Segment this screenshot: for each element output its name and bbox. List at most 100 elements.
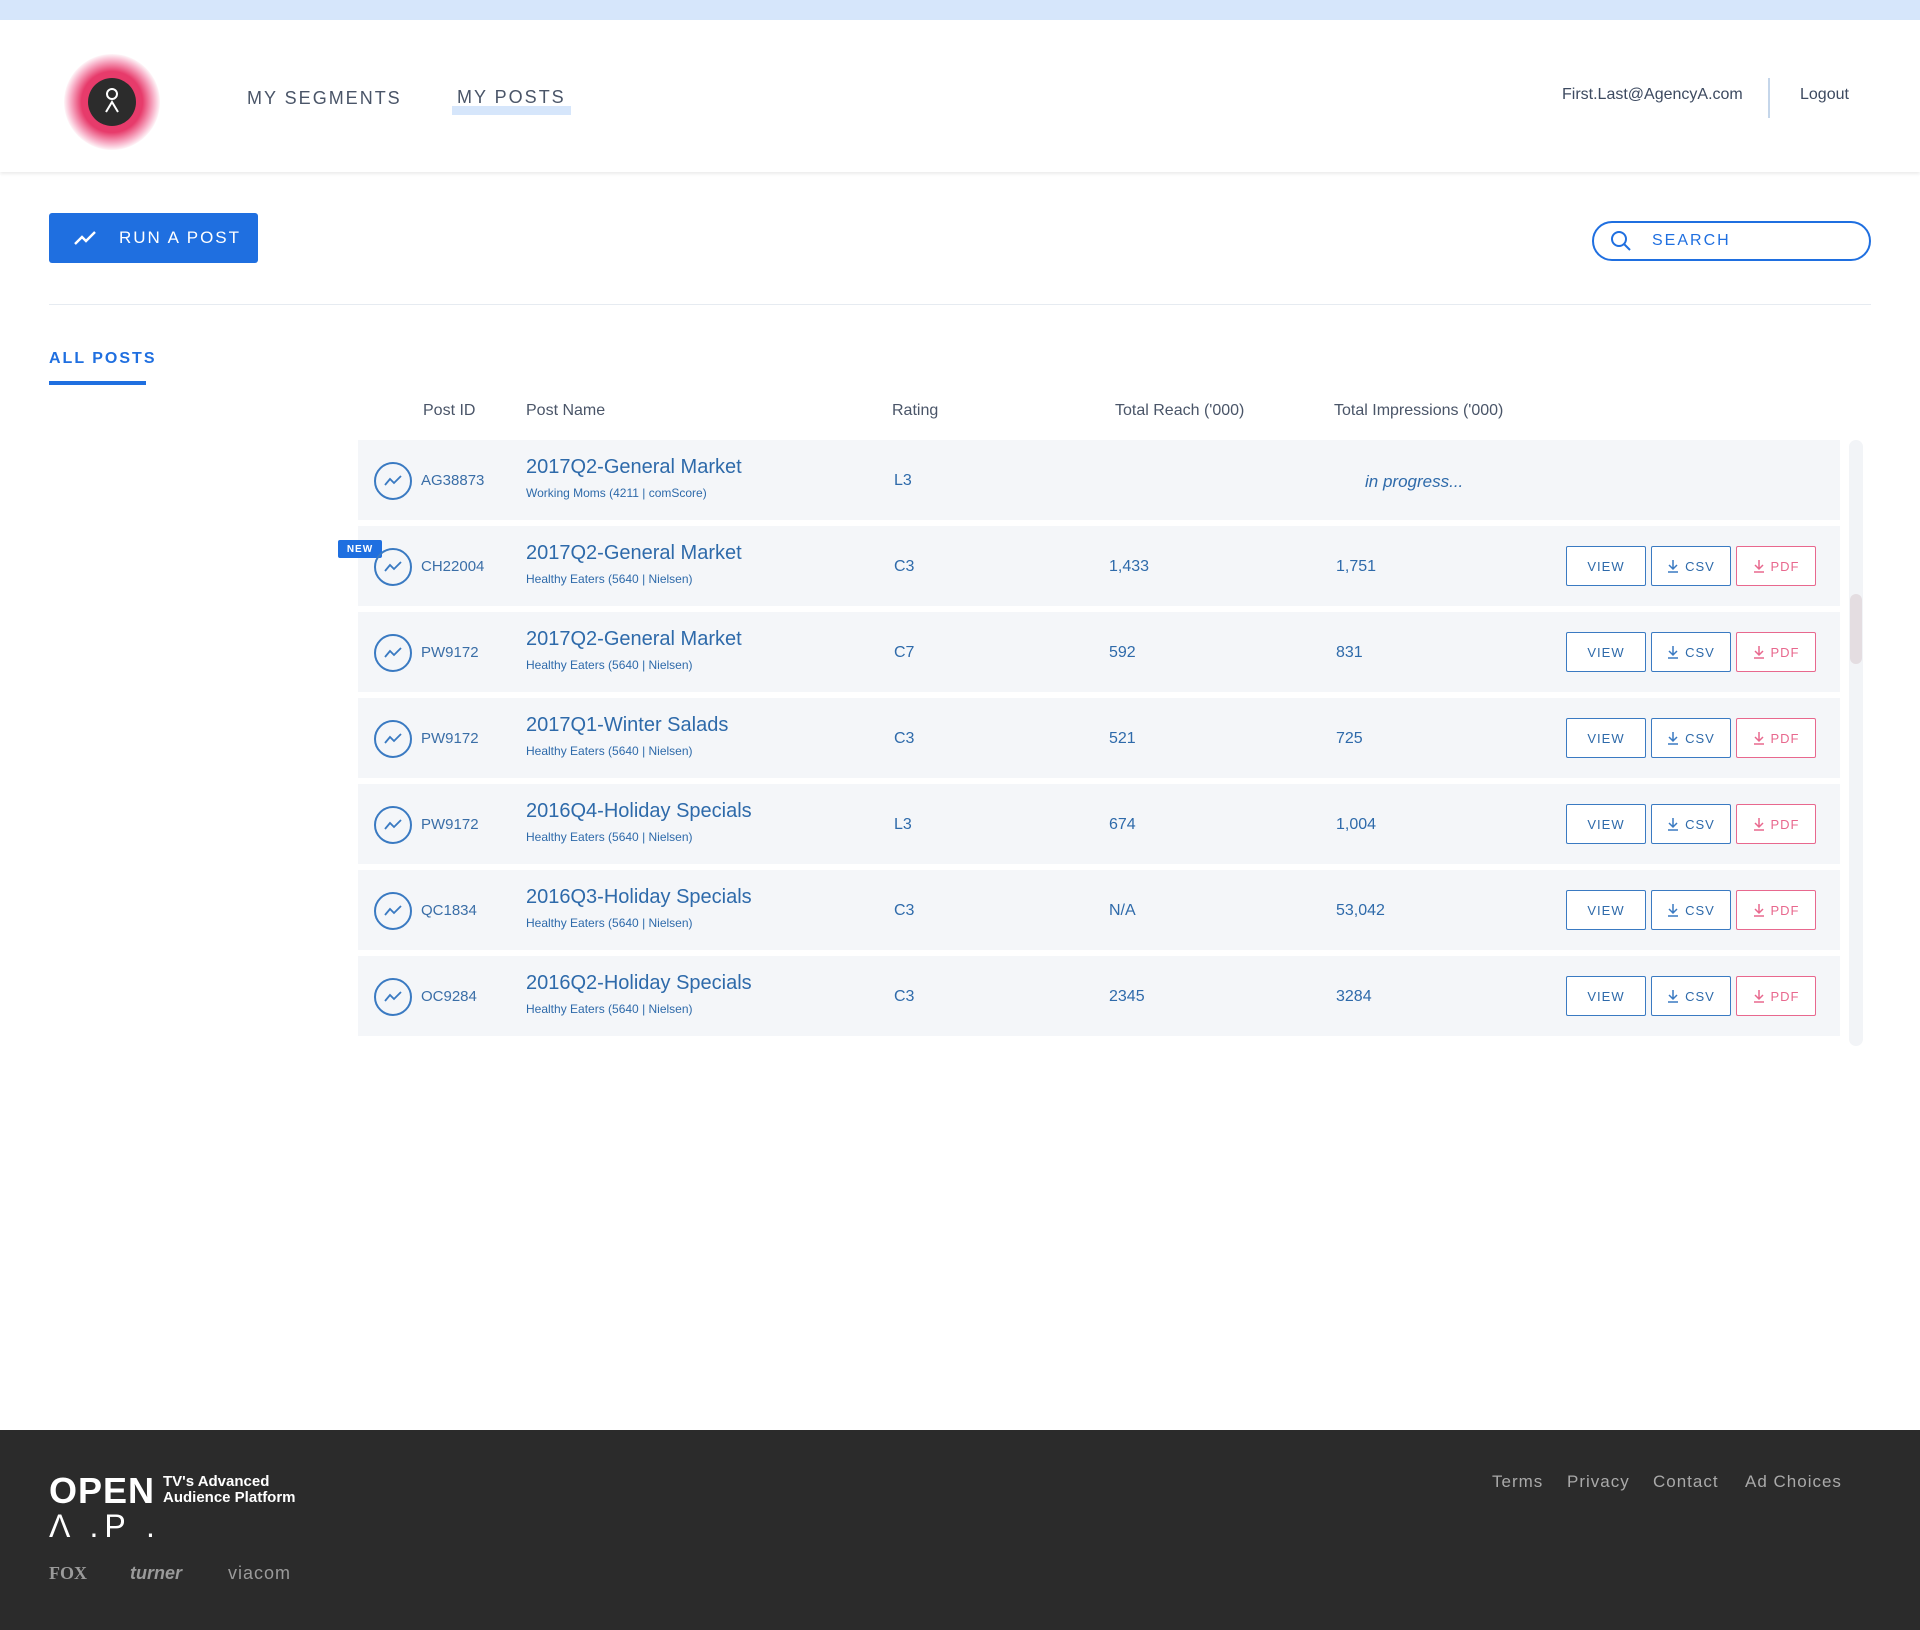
new-badge: NEW	[338, 540, 382, 558]
view-label: VIEW	[1587, 644, 1625, 660]
csv-download-button[interactable]: CSV	[1651, 718, 1731, 758]
view-label: VIEW	[1587, 902, 1625, 918]
download-icon	[1667, 989, 1685, 1003]
footer	[0, 1430, 1920, 1630]
post-rating: L3	[894, 816, 912, 833]
tab-all-posts[interactable]: ALL POSTS	[49, 350, 157, 368]
scrollbar-track[interactable]	[1849, 440, 1863, 1046]
search-icon	[1611, 231, 1631, 251]
table-row[interactable]: OC9284 2016Q2-Holiday Specials Healthy Eat…	[358, 956, 1840, 1036]
column-header-post-name[interactable]: Post Name	[526, 402, 605, 420]
post-name[interactable]: 2017Q1-Winter Salads	[526, 714, 728, 737]
post-total-reach: 674	[1109, 816, 1136, 833]
view-button[interactable]: VIEW	[1566, 632, 1646, 672]
column-header-rating[interactable]: Rating	[892, 402, 938, 420]
view-button[interactable]: VIEW	[1566, 976, 1646, 1016]
trend-icon	[74, 231, 96, 245]
section-divider	[49, 304, 1871, 305]
table-row[interactable]: QC1834 2016Q3-Holiday Specials Healthy Eat…	[358, 870, 1840, 950]
pdf-label: PDF	[1770, 816, 1800, 832]
table-row[interactable]: PW9172 2017Q2-General Market Healthy Eater…	[358, 612, 1840, 692]
table-row[interactable]: PW9172 2017Q1-Winter Salads Healthy Eaters…	[358, 698, 1840, 778]
pdf-download-button[interactable]: PDF	[1736, 890, 1816, 930]
table-row[interactable]: PW9172 2016Q4-Holiday Specials Healthy Eat…	[358, 784, 1840, 864]
csv-download-button[interactable]: CSV	[1651, 976, 1731, 1016]
post-segment: Healthy Eaters (5640 | Nielsen)	[526, 830, 693, 844]
pdf-label: PDF	[1770, 558, 1800, 574]
csv-download-button[interactable]: CSV	[1651, 804, 1731, 844]
view-button[interactable]: VIEW	[1566, 546, 1646, 586]
view-label: VIEW	[1587, 558, 1625, 574]
post-name[interactable]: 2016Q4-Holiday Specials	[526, 800, 752, 823]
trend-icon[interactable]	[374, 548, 412, 586]
csv-download-button[interactable]: CSV	[1651, 632, 1731, 672]
post-segment: Healthy Eaters (5640 | Nielsen)	[526, 658, 693, 672]
search-input[interactable]: SEARCH	[1592, 221, 1871, 261]
logout-link[interactable]: Logout	[1800, 86, 1849, 104]
post-id: CH22004	[421, 558, 485, 575]
download-icon	[1753, 817, 1771, 831]
trend-icon[interactable]	[374, 892, 412, 930]
csv-download-button[interactable]: CSV	[1651, 890, 1731, 930]
column-header-post-id[interactable]: Post ID	[423, 402, 475, 420]
view-button[interactable]: VIEW	[1566, 718, 1646, 758]
column-header-total-reach[interactable]: Total Reach ('000)	[1115, 402, 1244, 420]
post-total-reach: N/A	[1109, 902, 1136, 919]
scrollbar-thumb[interactable]	[1850, 594, 1862, 664]
trend-icon[interactable]	[374, 720, 412, 758]
post-segment: Healthy Eaters (5640 | Nielsen)	[526, 744, 693, 758]
footer-tagline: TV's Advanced Audience Platform	[163, 1474, 296, 1506]
footer-link-ad-choices[interactable]: Ad Choices	[1745, 1472, 1842, 1492]
partner-viacom-logo: viacom	[228, 1563, 292, 1583]
pdf-download-button[interactable]: PDF	[1736, 718, 1816, 758]
footer-link-privacy[interactable]: Privacy	[1567, 1472, 1630, 1492]
view-button[interactable]: VIEW	[1566, 804, 1646, 844]
nav-my-posts[interactable]: MY POSTS	[452, 88, 571, 115]
download-icon	[1753, 903, 1771, 917]
post-name[interactable]: 2017Q2-General Market	[526, 542, 742, 565]
table-row[interactable]: NEW CH22004 2017Q2-General Market Healthy E…	[338, 526, 1840, 606]
trend-icon[interactable]	[374, 978, 412, 1016]
csv-label: CSV	[1685, 558, 1715, 574]
footer-link-terms[interactable]: Terms	[1492, 1472, 1543, 1492]
brand-logo[interactable]	[64, 54, 160, 150]
trend-icon[interactable]	[374, 462, 412, 500]
footer-wordmark-open: OPEN	[49, 1470, 156, 1511]
trend-icon[interactable]	[374, 634, 412, 672]
post-total-reach: 521	[1109, 730, 1136, 747]
trend-icon[interactable]	[374, 806, 412, 844]
post-id: AG38873	[421, 472, 485, 489]
footer-tagline-line-1: TV's Advanced	[163, 1473, 270, 1490]
pdf-label: PDF	[1770, 988, 1800, 1004]
post-name[interactable]: 2016Q3-Holiday Specials	[526, 886, 752, 909]
pdf-download-button[interactable]: PDF	[1736, 804, 1816, 844]
post-rating: C7	[894, 644, 915, 661]
view-label: VIEW	[1587, 730, 1625, 746]
post-name[interactable]: 2016Q2-Holiday Specials	[526, 972, 752, 995]
post-name[interactable]: 2017Q2-General Market	[526, 456, 742, 479]
csv-label: CSV	[1685, 816, 1715, 832]
csv-label: CSV	[1685, 988, 1715, 1004]
csv-label: CSV	[1685, 902, 1715, 918]
view-label: VIEW	[1587, 816, 1625, 832]
header-divider	[1768, 78, 1770, 118]
pdf-download-button[interactable]: PDF	[1736, 632, 1816, 672]
view-label: VIEW	[1587, 988, 1625, 1004]
csv-download-button[interactable]: CSV	[1651, 546, 1731, 586]
footer-link-contact[interactable]: Contact	[1653, 1472, 1719, 1492]
csv-label: CSV	[1685, 644, 1715, 660]
pdf-download-button[interactable]: PDF	[1736, 976, 1816, 1016]
table-row[interactable]: AG38873 2017Q2-General Market Working Moms…	[358, 440, 1840, 520]
column-header-total-impressions[interactable]: Total Impressions ('000)	[1334, 402, 1503, 420]
post-rating: C3	[894, 902, 915, 919]
pdf-download-button[interactable]: PDF	[1736, 546, 1816, 586]
post-rating: C3	[894, 730, 915, 747]
view-button[interactable]: VIEW	[1566, 890, 1646, 930]
pdf-label: PDF	[1770, 730, 1800, 746]
post-total-impressions: 831	[1336, 644, 1363, 661]
tab-active-indicator	[49, 381, 146, 385]
nav-my-segments[interactable]: MY SEGMENTS	[247, 88, 402, 109]
run-a-post-button[interactable]: RUN A POST	[49, 213, 258, 263]
post-name[interactable]: 2017Q2-General Market	[526, 628, 742, 651]
post-rating: L3	[894, 472, 912, 489]
